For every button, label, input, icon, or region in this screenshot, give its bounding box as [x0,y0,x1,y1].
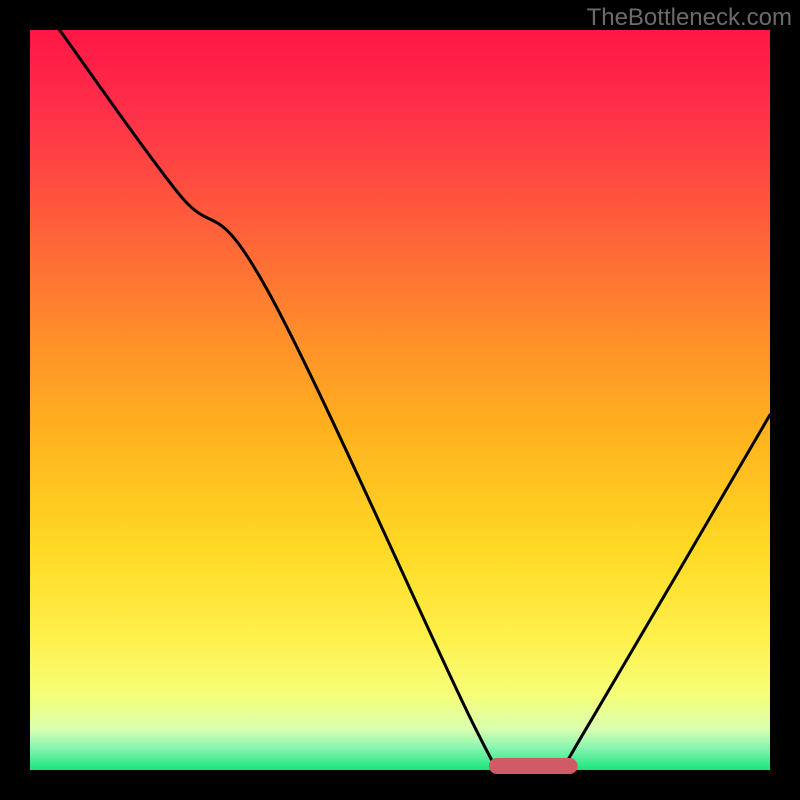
watermark-label: TheBottleneck.com [587,4,792,32]
optimal-zone-marker [489,758,578,774]
bottleneck-chart [0,0,800,800]
plot-area [30,30,770,770]
chart-container: TheBottleneck.com [0,0,800,800]
